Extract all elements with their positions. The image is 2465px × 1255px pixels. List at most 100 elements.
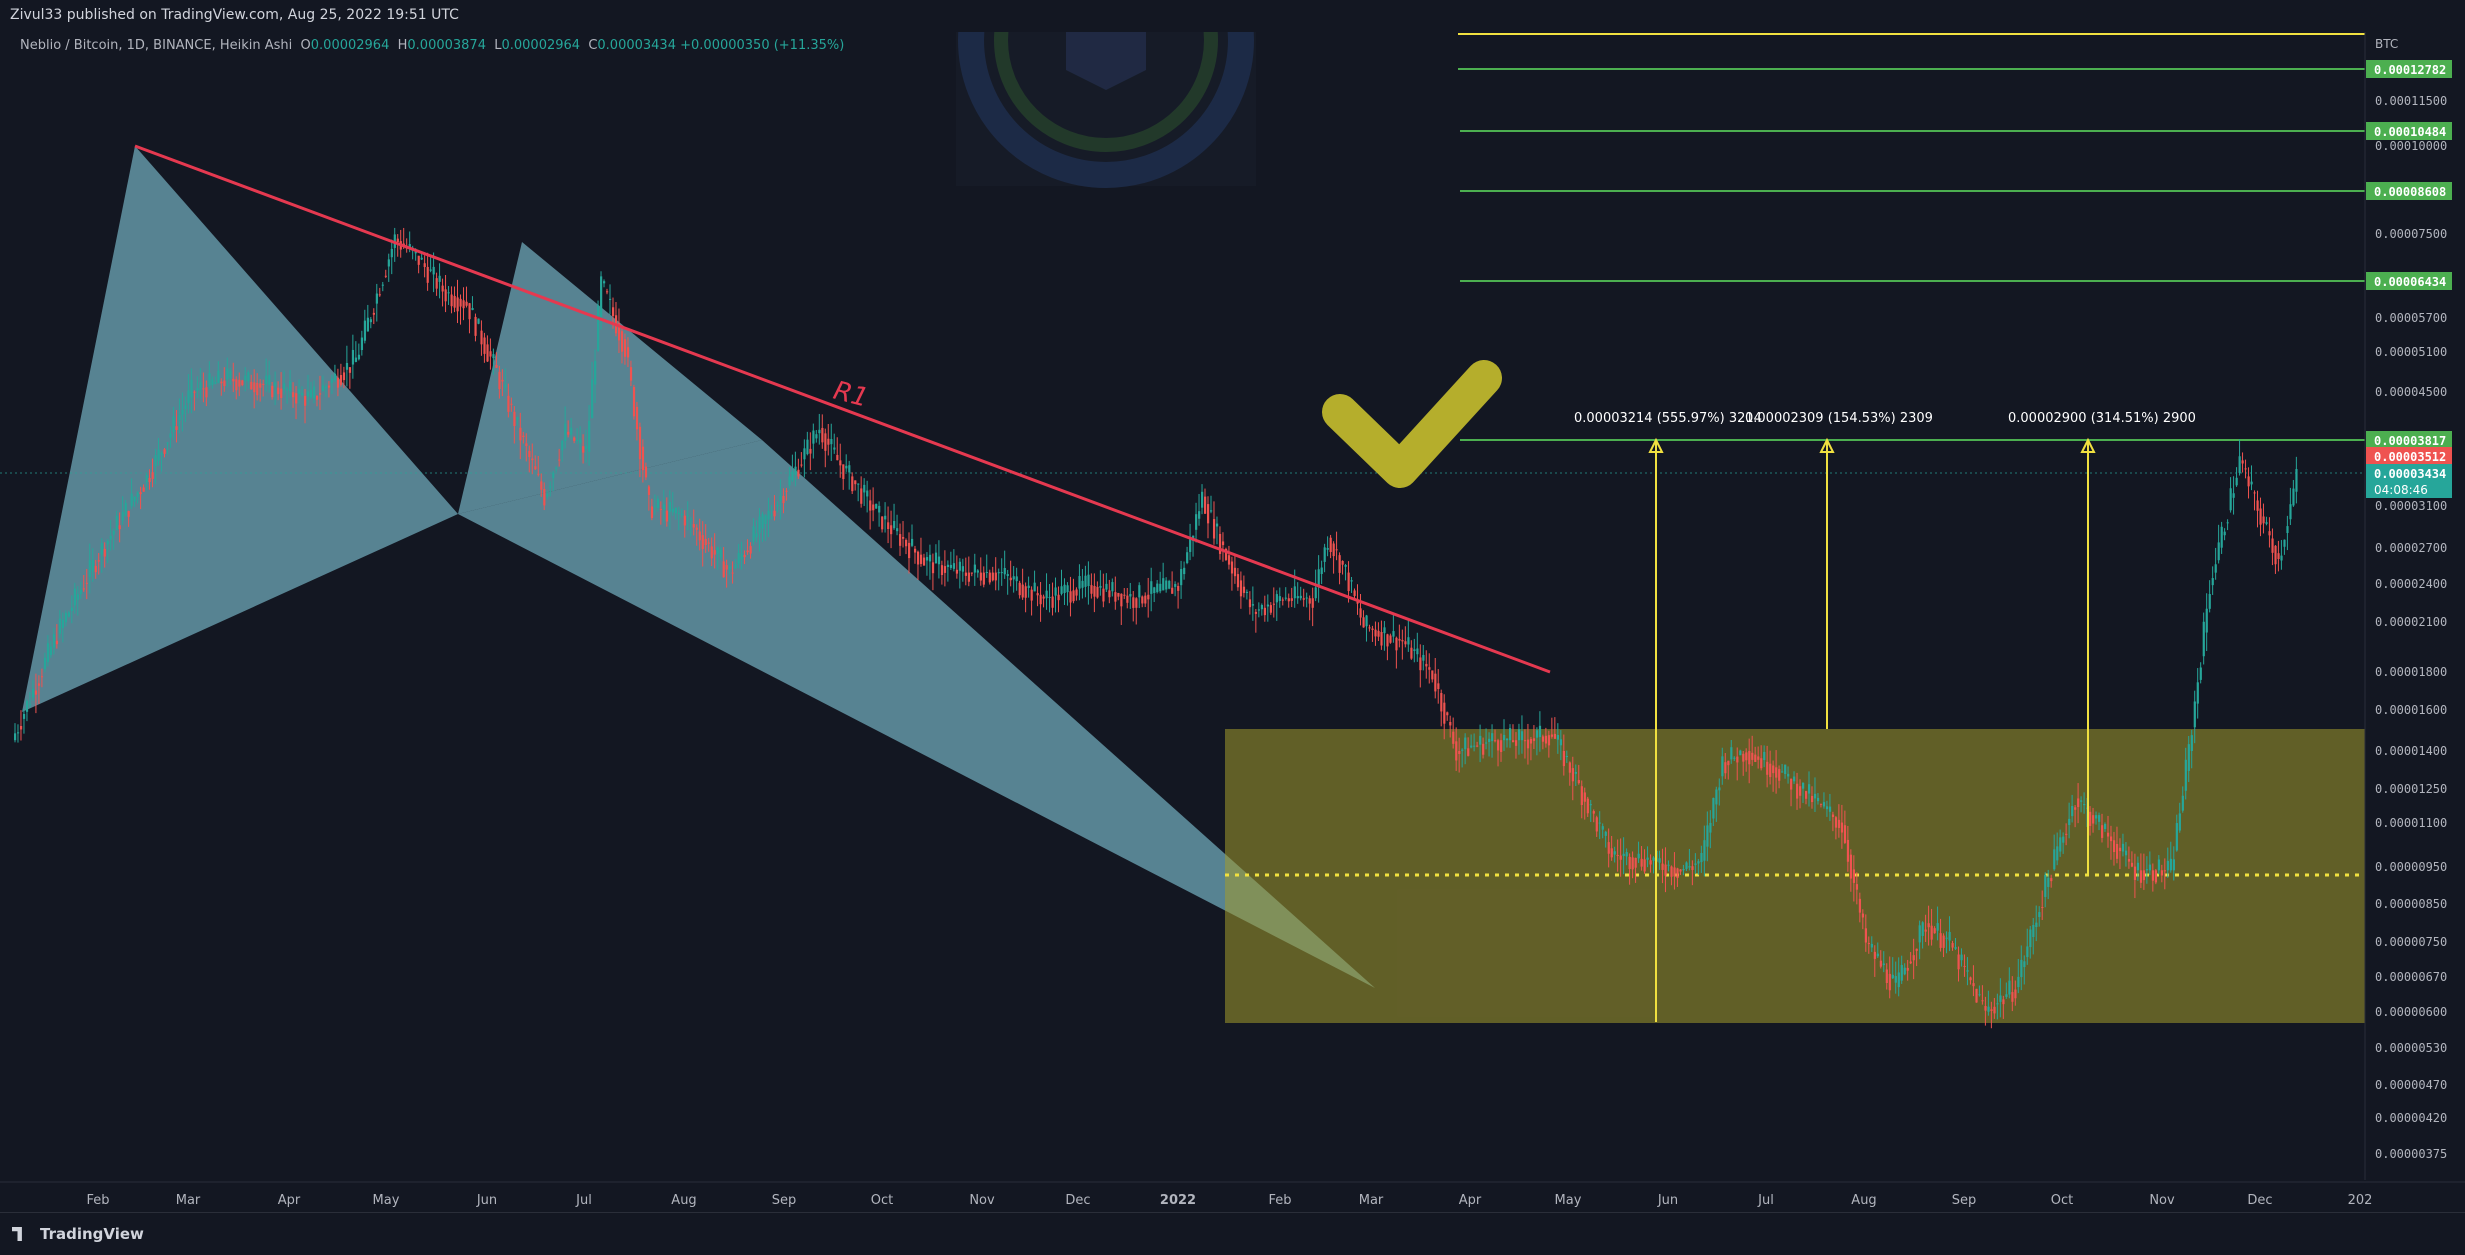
candle [384, 269, 387, 279]
candle [1021, 568, 1024, 600]
candle [1150, 567, 1153, 612]
candle [857, 483, 860, 502]
harmonic-pattern[interactable] [22, 146, 1375, 988]
candle [854, 480, 857, 491]
x-tick-label: Jul [1757, 1193, 1774, 1208]
candle [910, 524, 914, 548]
candle [2199, 662, 2202, 684]
candle [25, 699, 29, 722]
candle [471, 296, 474, 311]
x-tick-label: Aug [1851, 1193, 1876, 1208]
candle [609, 284, 612, 315]
candle [848, 460, 851, 490]
candle [803, 439, 806, 478]
candle [1207, 496, 1210, 539]
chart-canvas[interactable]: R1 0.00003214 (555.97%) 3214 0.00002309 … [0, 0, 2465, 1254]
candle [1084, 565, 1087, 598]
candle [1359, 593, 1362, 626]
candle [2214, 547, 2217, 580]
candle [1266, 594, 1269, 622]
fib-levels[interactable] [1458, 33, 2365, 441]
candle [875, 503, 878, 510]
candle [1198, 493, 1201, 526]
candle [1239, 571, 1243, 609]
y-tick-label: 0.00000470 [2375, 1078, 2447, 1092]
candle [952, 549, 956, 572]
x-tick-label: 2022 [1160, 1193, 1196, 1208]
candle [2295, 456, 2298, 504]
candle [1308, 595, 1311, 621]
candle [899, 523, 902, 556]
candle [1174, 581, 1177, 597]
candle [1374, 621, 1377, 646]
candle [809, 432, 812, 471]
candle [1018, 580, 1021, 599]
price-tags: 0.00012782 0.00010484 0.00008608 0.00006434… [2366, 60, 2452, 498]
candle [961, 558, 965, 582]
y-tick-label: 0.00010000 [2375, 139, 2447, 153]
x-tick-label: Jul [575, 1193, 592, 1208]
candle [387, 253, 390, 282]
candle [447, 286, 450, 305]
candle [872, 487, 875, 522]
candle [997, 568, 1000, 591]
candle [1553, 717, 1557, 739]
candle [2154, 868, 2158, 885]
candle [1278, 587, 1281, 608]
symbol-title: Neblio / Bitcoin, 1D, BINANCE, Heikin As… [20, 38, 293, 53]
candle [1428, 653, 1431, 684]
candle [1027, 576, 1030, 598]
candle [958, 558, 962, 589]
candle [1341, 560, 1344, 575]
candle [1081, 568, 1084, 599]
candle [22, 708, 26, 734]
candle [360, 330, 364, 356]
candle [375, 283, 378, 322]
candle [1138, 582, 1141, 609]
high-value: 0.00003874 [407, 38, 486, 53]
candle [1362, 610, 1365, 628]
candle [931, 553, 935, 591]
candle [1126, 587, 1129, 609]
candle [1135, 597, 1138, 625]
y-tick-label: 0.00004500 [2375, 385, 2447, 399]
candle [2256, 490, 2259, 528]
candle [339, 363, 343, 387]
candle [2244, 459, 2247, 479]
candle [1260, 603, 1264, 616]
price-axis[interactable]: BTC 0.00011500 0.00010000 0.00007500 0.0000… [2364, 32, 2465, 1180]
candle [1123, 588, 1126, 600]
candle [2205, 593, 2208, 651]
candle [1215, 516, 1219, 545]
candle [1144, 592, 1147, 608]
candle [1195, 502, 1198, 543]
candle [614, 302, 618, 337]
candle [1404, 626, 1407, 648]
candle [922, 553, 926, 566]
candle [1245, 589, 1249, 600]
candle [1410, 640, 1413, 660]
candle [1039, 581, 1042, 622]
svg-text:0.00003434: 0.00003434 [2374, 467, 2446, 481]
candle [1036, 586, 1039, 607]
price-tag-fib: 0.00010484 [2366, 122, 2452, 140]
svg-text:0.00003817: 0.00003817 [2374, 434, 2446, 448]
change-value: +0.00000350 (+11.35%) [680, 38, 845, 53]
candle [973, 553, 976, 586]
candle [925, 552, 929, 576]
candle [976, 569, 979, 578]
tradingview-logo[interactable]: TradingView [12, 1225, 144, 1243]
candle [836, 437, 839, 461]
price-tag-fib: 0.00003817 [2366, 431, 2452, 449]
candle [1078, 564, 1081, 601]
candle [459, 294, 462, 325]
candle [16, 724, 20, 743]
candle [902, 521, 905, 548]
candle [1003, 550, 1006, 579]
candle [393, 227, 396, 262]
price-tag-fib: 0.00006434 [2366, 272, 2452, 290]
candle [1284, 587, 1287, 601]
time-axis[interactable]: Feb Mar Apr May Jun Jul Aug Sep Oct Nov Dec 2022 Feb… [0, 1181, 2465, 1212]
high-label: H [397, 38, 408, 53]
candle [1311, 587, 1314, 627]
